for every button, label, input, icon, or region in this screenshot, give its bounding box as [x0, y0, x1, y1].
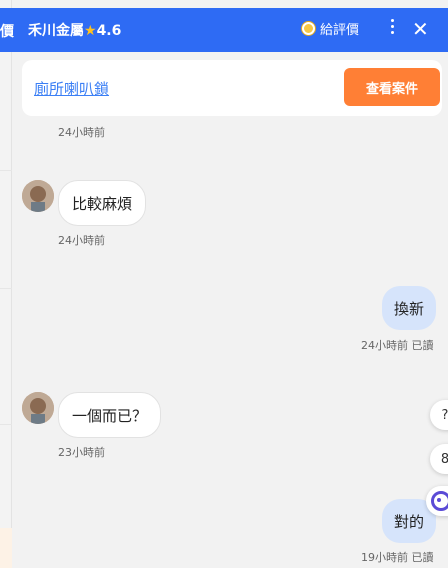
message-timestamp: 24小時前 — [58, 126, 105, 139]
chat-header: 價 禾川金屬★4.6 給評價 ✕ — [0, 8, 448, 52]
close-button[interactable]: ✕ — [412, 17, 429, 41]
view-case-button[interactable]: 查看案件 — [344, 68, 440, 106]
avatar — [22, 392, 54, 424]
background-page-edge — [0, 0, 12, 568]
rate-button[interactable]: 給評價 — [302, 19, 359, 38]
divider — [0, 170, 12, 171]
shop-rating: 4.6 — [96, 23, 122, 39]
case-card: 廁所喇叭鎖 查看案件 — [22, 60, 442, 116]
message-timestamp-read: 19小時前 已讀 — [361, 551, 434, 564]
message-timestamp: 23小時前 — [58, 446, 105, 459]
incoming-message-bubble: 比較麻煩 — [58, 180, 147, 226]
dot — [390, 19, 394, 22]
incoming-message-bubble: 一個而已？ — [58, 392, 162, 438]
floating-help-button[interactable]: ? — [430, 400, 448, 430]
header-edge-text: 價 — [0, 24, 14, 40]
message-timestamp-read: 24小時前 已讀 — [361, 339, 434, 352]
rate-button-label: 給評價 — [320, 23, 360, 38]
shop-title: 禾川金屬★4.6 — [28, 20, 121, 40]
dot — [390, 31, 394, 34]
coin-icon — [302, 22, 315, 35]
shop-name: 禾川金屬 — [28, 23, 84, 39]
dot — [390, 25, 394, 28]
divider — [0, 288, 12, 289]
chat-panel: 價 禾川金屬★4.6 給評價 ✕ 廁所喇叭鎖 查看案件 24小時前 比較麻煩 2… — [0, 0, 448, 568]
more-options-button[interactable] — [386, 16, 398, 40]
message-timestamp: 24小時前 — [58, 234, 105, 247]
divider — [0, 424, 12, 425]
star-icon: ★ — [84, 23, 97, 39]
assistant-icon — [431, 491, 448, 511]
floating-link-button[interactable]: 8 — [430, 444, 448, 474]
avatar — [22, 180, 54, 212]
background-block — [0, 528, 12, 568]
case-title-link[interactable]: 廁所喇叭鎖 — [34, 78, 109, 99]
outgoing-message-bubble: 換新 — [382, 286, 437, 330]
floating-assistant-button[interactable] — [426, 486, 448, 516]
